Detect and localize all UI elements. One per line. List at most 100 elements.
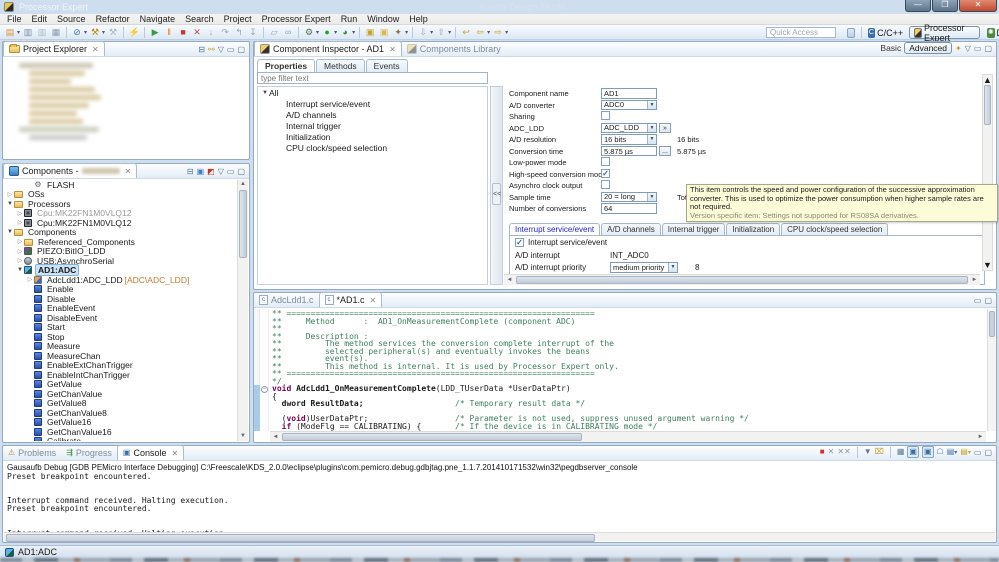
expanded-arrow-icon[interactable]: ▼ — [6, 201, 14, 207]
menu-file[interactable]: File — [2, 14, 27, 24]
console-output[interactable]: Preset breakpoint encountered. Interrupt… — [7, 473, 992, 532]
tree-item-calibrate[interactable]: Calibrate — [4, 437, 237, 442]
collapse-tree-button[interactable]: << — [492, 183, 501, 205]
property-checkbox-high-speed-conversion-mode[interactable]: ✓ — [601, 169, 610, 178]
save-output-icon[interactable]: ▼ — [864, 447, 872, 457]
view-mode-basic[interactable]: Basic — [880, 43, 901, 53]
save-all-icon[interactable]: ▥ — [36, 26, 48, 39]
tree-item-ad1-adc[interactable]: ▼AD1:ADC — [4, 266, 237, 276]
tree-item-stop[interactable]: Stop — [4, 332, 237, 342]
collapse-all-icon[interactable]: ⊟ — [187, 167, 194, 176]
menu-project[interactable]: Project — [219, 14, 257, 24]
tree-item-measurechan[interactable]: MeasureChan — [4, 351, 237, 361]
tree-item-getchanvalue8[interactable]: GetChanValue8 — [4, 408, 237, 418]
back-icon[interactable]: ⇦▾ — [474, 26, 490, 39]
view-mode-advanced[interactable]: Advanced — [904, 42, 952, 54]
menu-processor-expert[interactable]: Processor Expert — [257, 14, 336, 24]
new-wizard-icon[interactable]: ▤▾ — [4, 26, 20, 39]
minimize-view-icon[interactable]: ▭ — [974, 44, 982, 53]
property-checkbox-sharing[interactable] — [601, 111, 610, 120]
property-select-sample-time[interactable]: 20 = long▼ — [601, 192, 657, 203]
dropdown-arrow-icon[interactable]: ▼ — [647, 193, 656, 202]
remove-all-launches-icon[interactable]: ✕✕ — [837, 447, 850, 457]
tab-progress[interactable]: ⇶ Progress — [61, 445, 117, 460]
pin-icon[interactable]: ✦ — [955, 44, 962, 53]
tab-components-library[interactable]: Components Library — [402, 41, 506, 56]
menu-edit[interactable]: Edit — [27, 14, 53, 24]
link-icon[interactable]: ∞ — [282, 26, 294, 39]
resume-icon[interactable]: ▶ — [149, 26, 161, 39]
folding-column[interactable]: − — [261, 309, 269, 431]
property-checkbox-asynchro-clock-output[interactable] — [601, 180, 610, 189]
collapsed-arrow-icon[interactable]: ▷ — [16, 238, 24, 245]
suspend-icon[interactable]: ‖ — [163, 26, 175, 39]
collapsed-arrow-icon[interactable]: ▷ — [16, 248, 24, 255]
remove-launch-icon[interactable]: ✕ — [828, 447, 835, 457]
dropdown-arrow-icon[interactable]: ▾ — [405, 29, 408, 36]
package-icon[interactable]: ▣ — [197, 167, 205, 176]
tree-item-disable[interactable]: Disable — [4, 294, 237, 304]
tree-item-referenced-components[interactable]: ▷Referenced_Components — [4, 237, 237, 247]
interrupt-priority-select[interactable]: medium priority▼ — [610, 262, 678, 273]
filter-icon[interactable]: ◩ — [207, 167, 215, 176]
tree-splitter[interactable]: << — [490, 86, 503, 285]
components-scrollbar[interactable]: ▲ ▼ — [237, 180, 248, 441]
show-console-icon[interactable]: ▦ — [897, 447, 905, 457]
tree-item-getvalue8[interactable]: GetValue8 — [4, 399, 237, 409]
interrupt-enable-checkbox[interactable]: ✓ — [515, 238, 524, 247]
display-console-icon[interactable]: ▤▾ — [947, 447, 958, 458]
tree-item-disableevent[interactable]: DisableEvent — [4, 313, 237, 323]
build-icon[interactable]: ⚒▾ — [89, 26, 105, 39]
dropdown-arrow-icon[interactable]: ▾ — [430, 29, 433, 36]
maximize-view-icon[interactable]: ▢ — [984, 296, 992, 305]
subtab-a-d-channels[interactable]: A/D channels — [601, 223, 661, 235]
inspector-horizontal-scrollbar[interactable]: ◄ ► — [504, 274, 980, 285]
fold-marker-icon[interactable]: − — [261, 386, 268, 393]
open-resource-icon[interactable]: ▣ — [378, 26, 390, 39]
quick-access-input[interactable] — [766, 27, 836, 38]
property-checkbox-low-power-mode[interactable] — [601, 157, 610, 166]
tab-component-inspector[interactable]: Component Inspector - AD1 ✕ — [254, 41, 402, 56]
dropdown-arrow-icon[interactable]: ▾ — [17, 29, 20, 36]
scroll-lock-icon[interactable]: ▣ — [907, 446, 919, 458]
maximize-view-icon[interactable]: ▢ — [237, 167, 245, 176]
open-console-icon[interactable]: ▤▾ — [960, 447, 971, 458]
tab-ad1-c[interactable]: c *AD1.c ✕ — [319, 292, 383, 307]
flash-icon[interactable]: ⚡ — [128, 26, 140, 39]
collapsed-arrow-icon[interactable]: ▷ — [6, 191, 14, 198]
prev-annotation-icon[interactable]: ⇧▾ — [435, 26, 451, 39]
tab-methods[interactable]: Methods — [316, 59, 365, 72]
perspective-cpp[interactable]: C/C++ — [877, 28, 903, 38]
minimize-view-icon[interactable]: ▭ — [227, 45, 235, 54]
open-perspective-icon[interactable] — [847, 28, 855, 38]
expanded-arrow-icon[interactable]: ▼ — [6, 229, 14, 235]
dropdown-arrow-icon[interactable]: ▾ — [84, 29, 87, 36]
perspective-processor-expert[interactable]: Processor Expert — [909, 26, 980, 39]
tab-console[interactable]: ▣ Console ✕ — [117, 445, 184, 460]
next-annotation-icon[interactable]: ⇩▾ — [417, 26, 433, 39]
disconnect-icon[interactable]: ✕ — [191, 26, 203, 39]
tree-item-getchanvalue16[interactable]: GetChanValue16 — [4, 427, 237, 437]
category-interrupt-service-event[interactable]: Interrupt service/event — [258, 98, 487, 109]
menu-window[interactable]: Window — [362, 14, 404, 24]
close-tab-icon[interactable]: ✕ — [389, 45, 396, 54]
minimize-view-icon[interactable]: ▭ — [974, 448, 982, 457]
step-over-icon[interactable]: ↷ — [219, 26, 231, 39]
collapsed-arrow-icon[interactable]: ▷ — [16, 257, 24, 264]
step-into-icon[interactable]: ↓ — [205, 26, 217, 39]
pencil-icon[interactable]: ▱ — [268, 26, 280, 39]
tab-adcldd1-c[interactable]: c AdcLdd1.c — [254, 292, 319, 307]
property-input-number-of-conversions[interactable]: 64 — [601, 203, 657, 214]
dropdown-arrow-icon[interactable]: ▼ — [647, 124, 656, 133]
tree-item-measure[interactable]: Measure — [4, 342, 237, 352]
close-tab-icon[interactable]: ✕ — [125, 167, 132, 176]
menu-run[interactable]: Run — [336, 14, 363, 24]
tab-events[interactable]: Events — [366, 59, 408, 72]
dropdown-arrow-icon[interactable]: ▾ — [487, 29, 490, 36]
build-all-icon[interactable]: ⚒ — [107, 26, 119, 39]
editor-ruler[interactable] — [254, 309, 260, 431]
last-edit-icon[interactable]: ↩ — [460, 26, 472, 39]
view-menu-icon[interactable]: ▽ — [965, 44, 971, 53]
subtab-cpu-clock-speed-selection[interactable]: CPU clock/speed selection — [781, 223, 888, 235]
inspector-vertical-scrollbar[interactable]: ▲ ▼ — [982, 74, 993, 271]
